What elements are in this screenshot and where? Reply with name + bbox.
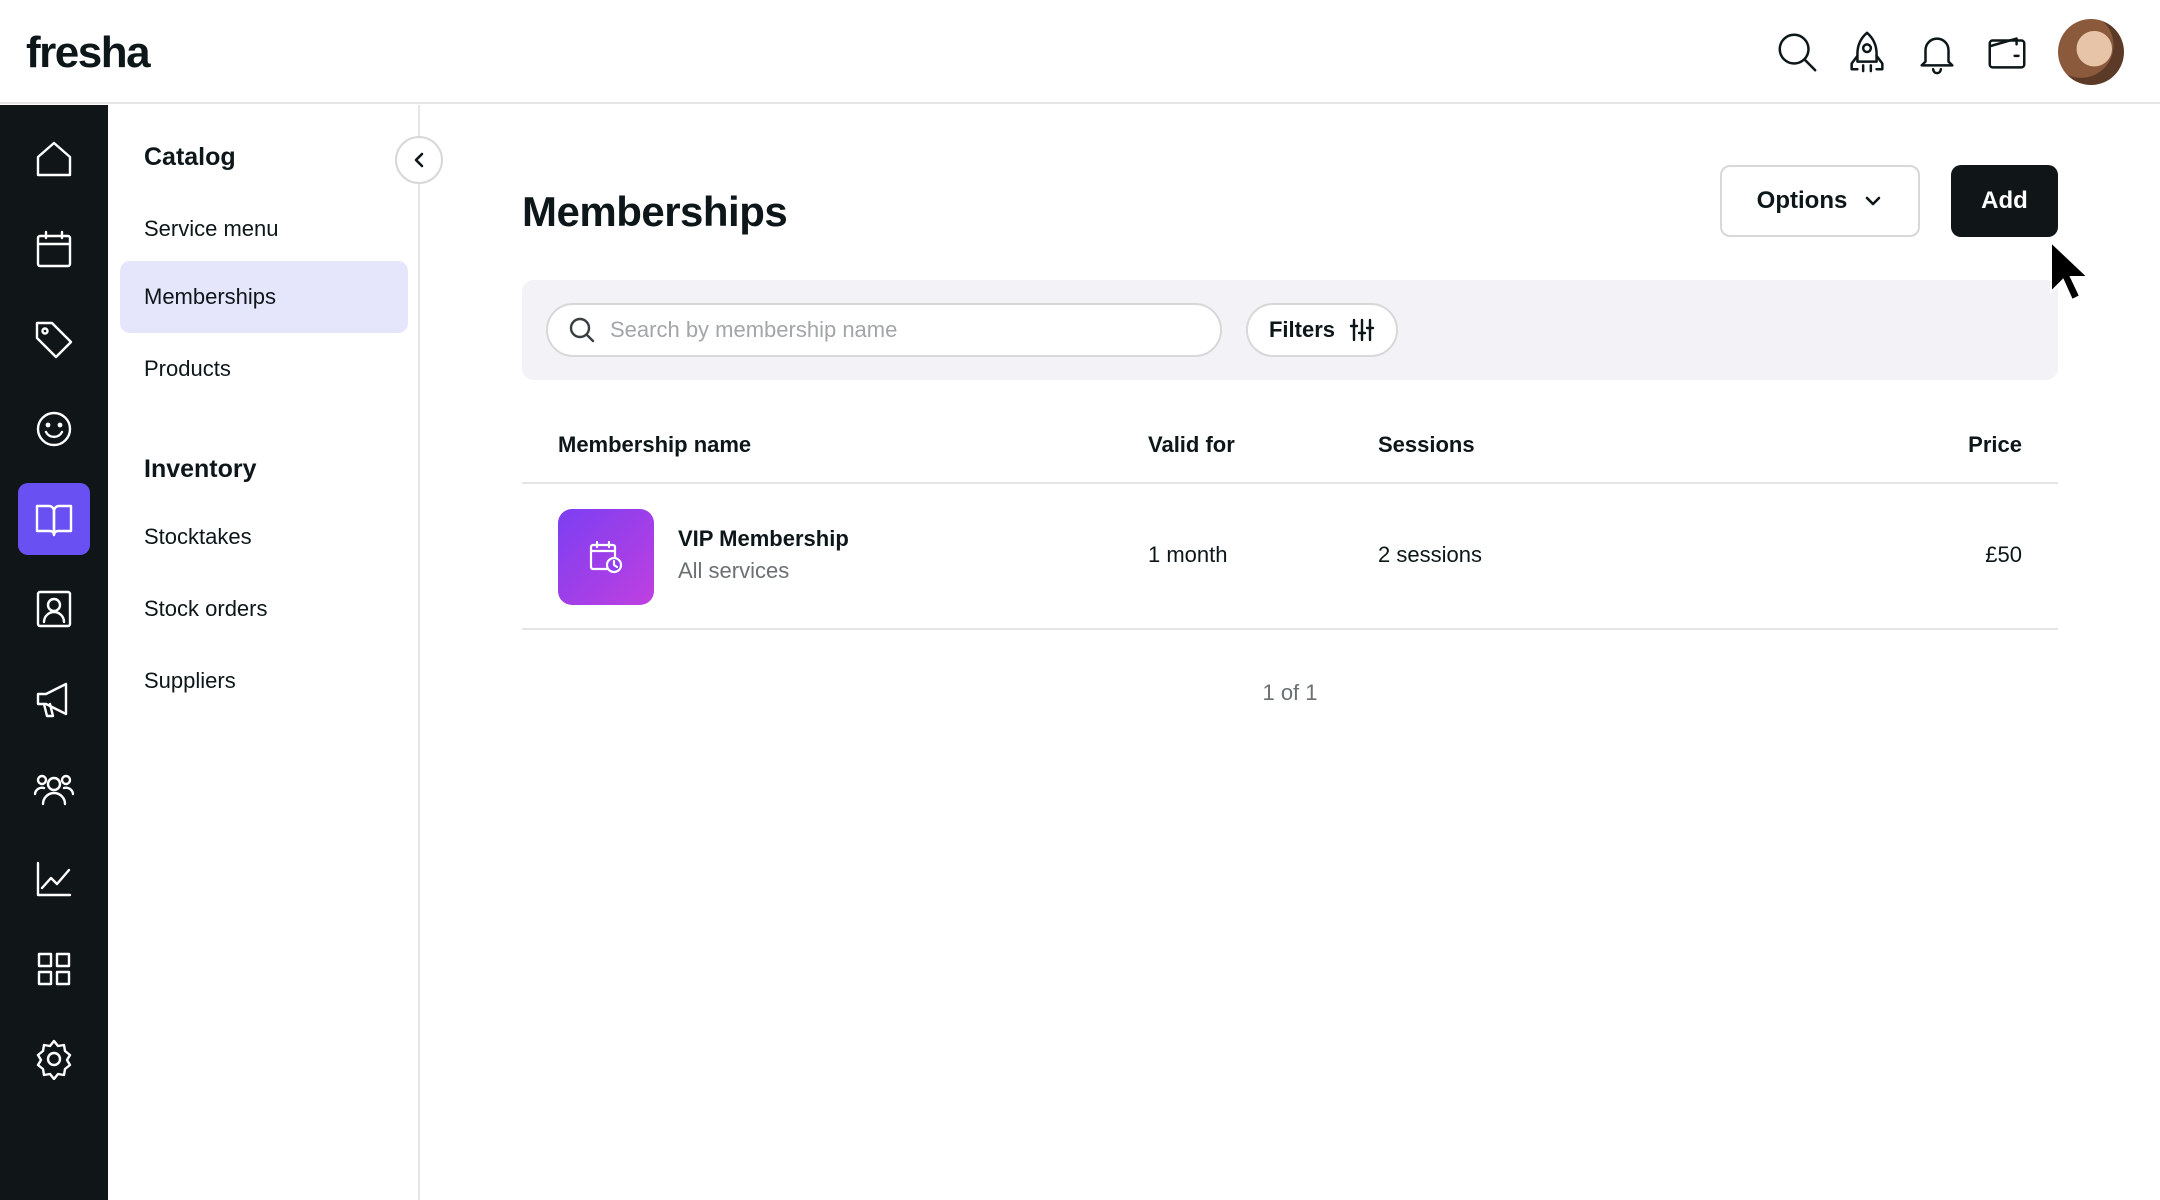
settings-gear-icon (36, 1039, 72, 1080)
table-header: Membership name Valid for Sessions Price (522, 410, 2058, 484)
membership-subtitle: All services (678, 558, 790, 583)
chevron-down-icon (1866, 196, 1881, 206)
membership-name: VIP Membership (678, 526, 849, 551)
rail-reports[interactable] (18, 843, 90, 915)
sliders-icon (1349, 318, 1375, 342)
rail-marketing[interactable] (18, 663, 90, 735)
calendar-icon (36, 230, 72, 268)
memberships-table: Membership name Valid for Sessions Price… (522, 410, 2058, 630)
catalog-section-title: Catalog (144, 143, 236, 171)
sidebar-item-memberships[interactable]: Memberships (120, 261, 408, 333)
book-icon (35, 504, 73, 537)
rail-apps[interactable] (18, 933, 90, 1005)
column-sessions[interactable]: Sessions (1378, 432, 1475, 458)
team-icon (33, 774, 75, 806)
membership-valid-for: 1 month (1148, 542, 1228, 567)
wallet-icon[interactable] (1972, 18, 2042, 86)
options-button[interactable]: Options (1720, 165, 1920, 237)
rail-home[interactable] (18, 123, 90, 195)
rail-sales[interactable] (18, 303, 90, 375)
megaphone-icon (36, 682, 68, 718)
filters-label: Filters (1268, 317, 1336, 342)
rail-catalog[interactable] (18, 483, 90, 555)
search-input[interactable] (610, 317, 1210, 343)
calendar-clock-icon (589, 540, 623, 574)
bell-icon[interactable] (1902, 18, 1972, 86)
tag-icon (35, 321, 73, 359)
add-button[interactable]: Add (1951, 165, 2058, 237)
chart-icon (36, 861, 72, 897)
column-price[interactable]: Price (1968, 432, 2022, 458)
home-icon (36, 141, 72, 177)
sidebar-item-stock-orders[interactable]: Stock orders (120, 573, 408, 645)
smiley-icon (36, 411, 72, 447)
page-title: Memberships (522, 188, 788, 235)
top-actions (1762, 18, 2124, 86)
mouse-cursor-icon (2050, 240, 2088, 302)
rocket-icon[interactable] (1832, 18, 1902, 86)
sidebar-item-stocktakes[interactable]: Stocktakes (120, 501, 408, 573)
membership-price: £50 (1985, 542, 2022, 567)
rail-clients[interactable] (18, 393, 90, 465)
column-valid-for[interactable]: Valid for (1148, 432, 1235, 458)
sidebar-item-service-menu[interactable]: Service menu (120, 193, 408, 265)
user-avatar[interactable] (2058, 19, 2124, 85)
pagination-status: 1 of 1 (1262, 680, 1318, 705)
sidebar-item-suppliers[interactable]: Suppliers (120, 645, 408, 717)
filters-button[interactable]: Filters (1246, 303, 1398, 357)
contact-card-icon (36, 590, 72, 628)
top-bar: fresha (0, 0, 2160, 104)
options-label: Options (1756, 187, 1848, 214)
rail-calendar[interactable] (18, 213, 90, 285)
rail-team[interactable] (18, 753, 90, 825)
search-icon[interactable] (1762, 18, 1832, 86)
rail-settings[interactable] (18, 1023, 90, 1095)
collapse-sidebar-button[interactable] (395, 136, 443, 184)
apps-grid-icon (37, 952, 71, 986)
inventory-section-title: Inventory (144, 455, 257, 483)
filter-bar: Filters (522, 280, 2058, 380)
chevron-left-icon (414, 152, 424, 168)
sidebar-item-products[interactable]: Products (120, 333, 408, 405)
search-icon (569, 317, 595, 343)
search-box[interactable] (546, 303, 1222, 357)
rail-contacts[interactable] (18, 573, 90, 645)
table-row[interactable]: VIP Membership All services 1 month 2 se… (522, 484, 2058, 630)
catalog-sidebar: Catalog Service menu Memberships Product… (108, 105, 420, 1200)
membership-thumbnail (558, 509, 654, 605)
fresha-logo[interactable]: fresha (26, 28, 151, 78)
membership-sessions: 2 sessions (1378, 542, 1482, 567)
column-membership-name[interactable]: Membership name (558, 432, 751, 458)
